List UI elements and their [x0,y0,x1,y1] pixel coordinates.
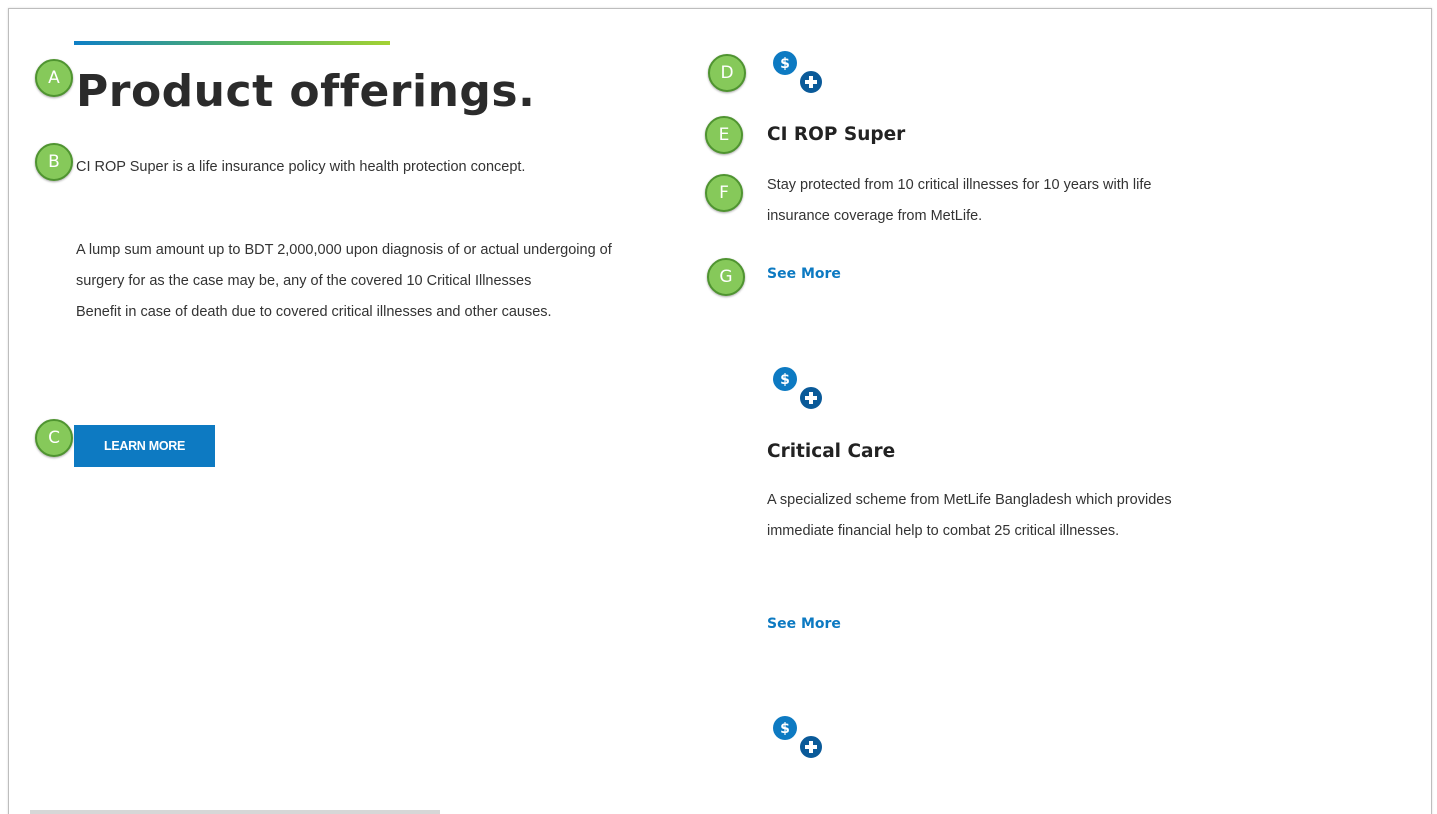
section-heading: Product offerings. [76,66,536,117]
card-description-ci-rop-super: Stay protected from 10 critical illnesse… [767,177,1152,224]
svg-text:$: $ [780,56,790,72]
detail-lump-sum: A lump sum amount up to BDT 2,000,000 up… [76,242,612,289]
product-details: A lump sum amount up to BDT 2,000,000 up… [76,235,616,328]
card-description-critical-care: A specialized scheme from MetLife Bangla… [767,492,1172,539]
learn-more-button[interactable]: LEARN MORE [74,425,215,467]
annotation-marker-e: E [705,116,743,154]
annotation-marker-a: A [35,59,73,97]
see-more-link-critical-care[interactable]: See More [767,616,841,632]
product-intro: CI ROP Super is a life insurance policy … [76,159,526,175]
card-title-ci-rop-super: CI ROP Super [767,124,906,145]
annotation-marker-d: D [708,54,746,92]
annotation-marker-f: F [705,174,743,212]
svg-text:$: $ [780,372,790,388]
annotation-marker-g: G [707,258,745,296]
bottom-divider [30,810,440,814]
annotation-marker-b: B [35,143,73,181]
see-more-link-ci-rop-super[interactable]: See More [767,266,841,282]
svg-text:$: $ [780,721,790,737]
detail-death-benefit: Benefit in case of death due to covered … [76,304,552,320]
card-title-critical-care: Critical Care [767,441,896,462]
annotation-marker-c: C [35,419,73,457]
money-plus-icon: $ [773,716,824,760]
money-plus-icon: $ [773,51,824,95]
money-plus-icon: $ [773,367,824,411]
heading-accent-line [74,41,390,45]
